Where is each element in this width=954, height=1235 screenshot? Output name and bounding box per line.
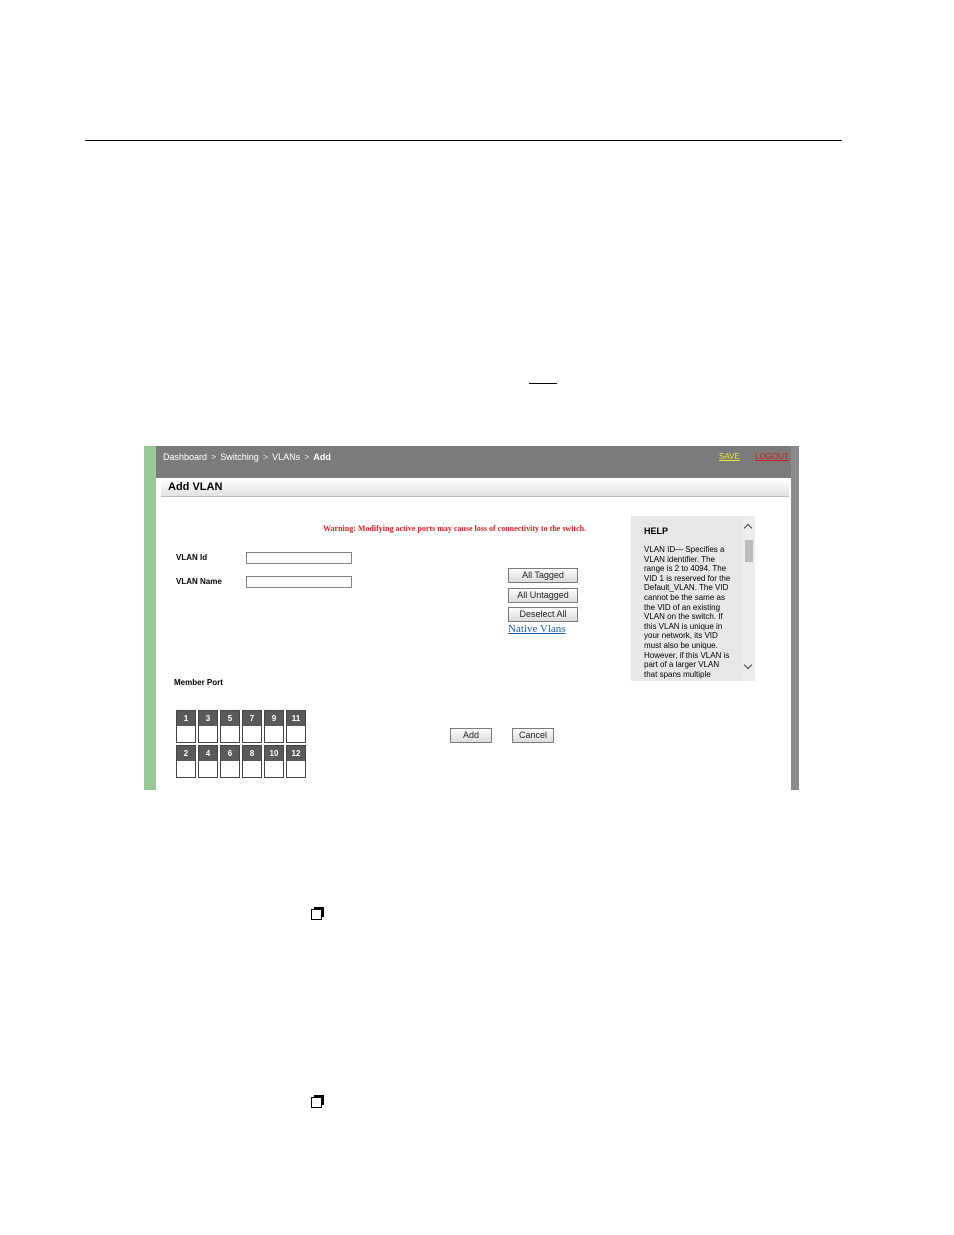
help-scrollbar[interactable]: [743, 516, 755, 681]
port-1[interactable]: 1: [176, 710, 196, 743]
chevron-down-icon[interactable]: [743, 660, 753, 670]
port-number: 12: [287, 746, 305, 761]
deselect-all-button[interactable]: Deselect All: [508, 607, 578, 622]
port-10[interactable]: 10: [264, 745, 284, 778]
help-line: VLAN identifier. The: [644, 554, 716, 564]
breadcrumb-separator: >: [304, 452, 310, 462]
warning-message: Warning: Modifying active ports may caus…: [323, 524, 587, 533]
breadcrumb-current: Add: [313, 452, 331, 462]
breadcrumb-separator: >: [211, 452, 217, 462]
help-line: range is 2 to 4094. The: [644, 564, 727, 574]
help-line: your network, its VID: [644, 631, 718, 641]
port-5[interactable]: 5: [220, 710, 240, 743]
native-vlans-link[interactable]: Native Vlans: [508, 623, 566, 635]
help-text: VLAN ID— Specifies a VLAN identifier. Th…: [644, 545, 740, 679]
breadcrumb-separator: >: [262, 452, 269, 462]
port-number: 1: [177, 711, 195, 726]
top-navigation-bar: Dashboard > Switching > VLANs > Add SAVE LOGOU…: [156, 446, 791, 478]
vlan-name-input[interactable]: [246, 576, 352, 588]
help-line: Default_VLAN. The VID: [644, 583, 729, 593]
port-8[interactable]: 8: [242, 745, 262, 778]
scrollbar-thumb[interactable]: [745, 540, 753, 562]
screenshot-add-vlan: Dashboard > Switching > VLANs > Add SAVE LOGOU…: [144, 446, 799, 790]
panel-header: Add VLAN: [161, 479, 789, 497]
help-line: this VLAN is unique in: [644, 621, 723, 631]
port-number: 4: [199, 746, 217, 761]
port-number: 10: [265, 746, 283, 761]
help-line: VID 1 is reserved for the: [644, 573, 731, 583]
checkbox-bullet-icon: [311, 907, 324, 920]
help-panel: HELP VLAN ID— Specifies a VLAN identifie…: [631, 516, 755, 681]
port-2[interactable]: 2: [176, 745, 196, 778]
document-rule: [85, 140, 842, 141]
port-number: 2: [177, 746, 195, 761]
vlan-id-label: VLAN Id: [176, 553, 208, 562]
checkbox-bullet-icon: [311, 1095, 324, 1108]
right-border-bar: [791, 446, 799, 790]
page-title: Add VLAN: [168, 481, 223, 493]
left-accent-bar: [144, 446, 156, 790]
panel-body: Warning: Modifying active ports may caus…: [161, 497, 789, 790]
help-line: VLAN ID— Specifies a: [644, 545, 725, 554]
port-number: 6: [221, 746, 239, 761]
all-untagged-button[interactable]: All Untagged: [508, 588, 578, 603]
port-number: 7: [243, 711, 261, 726]
logout-link[interactable]: LOGOUT: [755, 452, 789, 461]
help-line: the VID of an existing: [644, 602, 721, 612]
breadcrumb-vlans[interactable]: VLANs: [272, 452, 300, 462]
help-line: VLAN on the switch. If: [644, 612, 723, 622]
underline-mark: [529, 383, 557, 384]
port-3[interactable]: 3: [198, 710, 218, 743]
breadcrumb: Dashboard > Switching > VLANs > Add: [163, 452, 331, 462]
port-9[interactable]: 9: [264, 710, 284, 743]
port-number: 3: [199, 711, 217, 726]
member-port-label: Member Port: [174, 678, 223, 687]
help-line: must also be unique.: [644, 640, 718, 650]
help-line: that spans multiple: [644, 669, 711, 679]
help-title: HELP: [644, 526, 669, 536]
port-number: 11: [287, 711, 305, 726]
port-7[interactable]: 7: [242, 710, 262, 743]
port-number: 9: [265, 711, 283, 726]
port-number: 8: [243, 746, 261, 761]
port-12[interactable]: 12: [286, 745, 306, 778]
breadcrumb-switching[interactable]: Switching: [220, 452, 259, 462]
all-tagged-button[interactable]: All Tagged: [508, 568, 578, 583]
port-4[interactable]: 4: [198, 745, 218, 778]
save-link[interactable]: SAVE: [719, 452, 740, 461]
add-button[interactable]: Add: [450, 728, 492, 743]
help-line: However, if this VLAN is: [644, 650, 730, 660]
port-6[interactable]: 6: [220, 745, 240, 778]
cancel-button[interactable]: Cancel: [512, 728, 554, 743]
help-line: cannot be the same as: [644, 592, 725, 602]
vlan-name-label: VLAN Name: [176, 577, 222, 586]
port-11[interactable]: 11: [286, 710, 306, 743]
breadcrumb-dashboard[interactable]: Dashboard: [163, 452, 207, 462]
chevron-up-icon[interactable]: [743, 523, 753, 533]
vlan-id-input[interactable]: [246, 552, 352, 564]
port-number: 5: [221, 711, 239, 726]
help-line: part of a larger VLAN: [644, 660, 720, 670]
